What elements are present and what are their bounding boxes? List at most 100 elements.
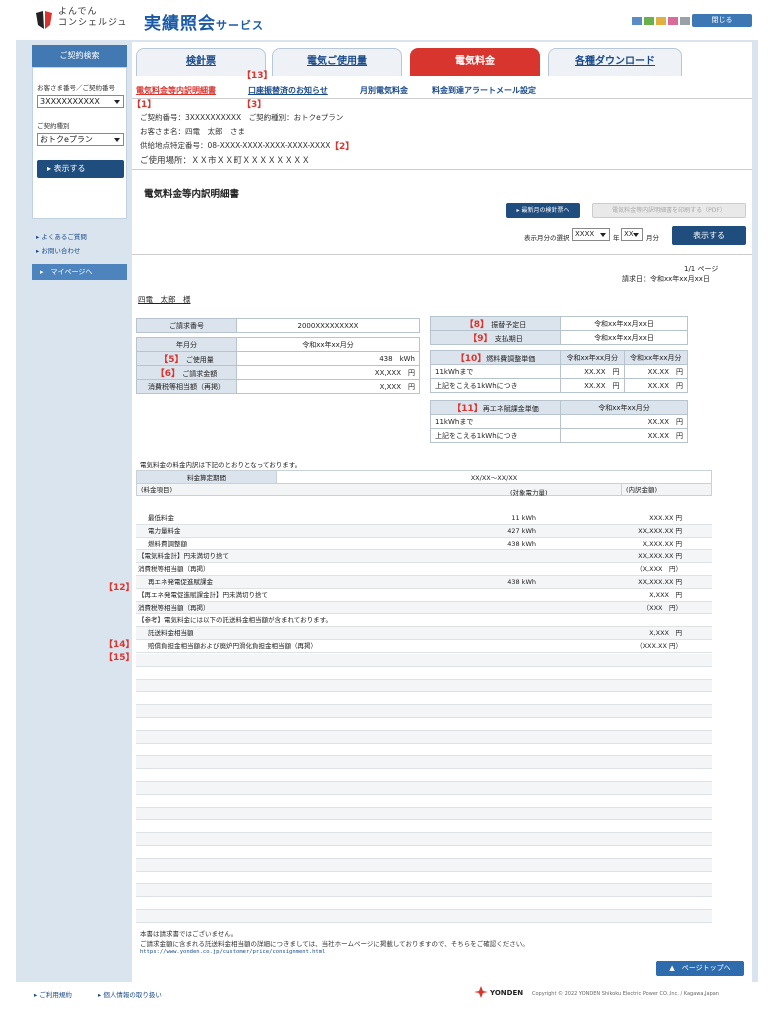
month-show-button[interactable]: 表示する [672, 226, 746, 245]
subtabs: 電気料金等内訳明細書 口座振替済のお知らせ 月別電気料金 料金到達アラートメール… [132, 75, 752, 99]
table-row: 【10】燃料費調整単価 令和xx年xx月分 令和xx年xx月分 [430, 350, 688, 365]
detail-amount: XX,XXX.XX 円 [638, 578, 682, 586]
supply-point-line: 供給地点特定番号：08-XXXX-XXXX-XXXX-XXXX-XXXX [140, 141, 331, 150]
fuel-row-label: 11kWhまで [430, 364, 561, 379]
month-select[interactable]: XX [621, 228, 643, 241]
sidebar-show-button[interactable]: ▸ 表示する [37, 160, 124, 178]
color-square-pink[interactable] [668, 17, 678, 25]
renewable-levy-table: 【11】再エネ賦課金単価 令和xx年xx月分 11kWhまで XX.XX 円 上記を… [430, 400, 688, 443]
table-row: 11kWhまで XX.XX 円 XX.XX 円 [430, 364, 688, 379]
section-title: 電気料金等内訳明細書 [144, 189, 240, 200]
detail-energy: 438 kWh [507, 578, 536, 586]
privacy-link[interactable]: ▸ 個人情報の取り扱い [98, 989, 162, 999]
year-select[interactable]: XXXX [572, 228, 610, 241]
bill-date: 請求日：令和xx年xx月xx日 [622, 275, 710, 283]
contract-search-box: お客さま番号／ご契約番号 3XXXXXXXXXX ご契約種別 おトクeプラン ▸… [32, 67, 127, 219]
marker-8: 【8】 [464, 320, 490, 330]
detail-row: 最低料金 11 kWh XXX.XX 円 [136, 512, 712, 525]
detail-item: 賠償負担金相当額および廃炉円滑化負担金相当額（再掲） [148, 642, 317, 650]
item-col-head: (料金項目) [136, 482, 622, 496]
subtab-statement[interactable]: 電気料金等内訳明細書 [136, 85, 216, 96]
detail-amount: （XXX.XX 円） [636, 642, 682, 650]
detail-item: 【参考】電気料金には以下の託送料金相当額が含まれております。 [138, 616, 332, 625]
contract-info-line: ご契約番号：3XXXXXXXXXX ご契約種別：おトクeプラン [140, 113, 344, 122]
contact-link[interactable]: ▸ お問い合わせ [36, 245, 127, 255]
fuel-month1: 令和xx年xx月分 [560, 350, 625, 365]
levy-row-label: 11kWhまで [430, 414, 561, 429]
empty-row [136, 718, 712, 731]
fuel-month2: 令和xx年xx月分 [623, 350, 688, 365]
consignment-url-link[interactable]: https://www.yonden.co.jp/customer/price/… [140, 949, 325, 955]
contract-type-label: ご契約種別 [37, 122, 70, 130]
marker-12: 【12】 [104, 583, 135, 593]
close-button[interactable]: 閉じる [692, 14, 752, 27]
consignment-note: ご請求金額に含まれる託送料金相当額の詳細につきましては、当社ホームページに掲載し… [140, 940, 529, 948]
color-square-blue[interactable] [632, 17, 642, 25]
color-square-gray[interactable] [680, 17, 690, 25]
energy-col-head: (対象電力量) [510, 489, 548, 497]
detail-item: 【電気料金計】円未満切り捨て [138, 552, 229, 561]
table-row: 年月分 令和xx年xx月分 [136, 337, 420, 352]
table-row: 上記をこえる1kWhにつき XX.XX 円 XX.XX 円 [430, 378, 688, 393]
detail-item: 再エネ発電促進賦課金 [148, 578, 213, 586]
levy-row-label: 上記をこえる1kWhにつき [430, 428, 561, 443]
service-title: 実績照会サービス [144, 14, 264, 34]
due-date-label: 支払期日 [494, 335, 523, 343]
customer-number-select[interactable]: 3XXXXXXXXXX [37, 95, 124, 108]
mypage-button[interactable]: ▸ マイページへ [32, 264, 127, 280]
page-indicator: 1/1 ページ [684, 265, 719, 273]
detail-amount: X,XXX.XX 円 [642, 539, 682, 548]
table-row: 消費税等相当額（再掲） X,XXX 円 [136, 379, 420, 394]
tab-downloads[interactable]: 各種ダウンロード [548, 48, 682, 76]
color-square-green[interactable] [644, 17, 654, 25]
details-intro: 電気料金の料金内訳は下記のとおりとなっております。 [140, 461, 302, 469]
detail-energy: 438 kWh [507, 539, 536, 548]
table-row: 【5】 ご使用量 438 kWh [136, 351, 420, 366]
terms-link[interactable]: ▸ ご利用規約 [34, 989, 72, 999]
header: よんでん コンシェルジュ 実績照会サービス 閉じる [0, 0, 768, 38]
detail-item: 最低料金 [148, 514, 174, 522]
subtab-alert[interactable]: 料金到達アラートメール設定 [432, 85, 536, 96]
fuel-value: XX.XX 円 [560, 378, 625, 393]
month-select-label: 表示月分の選択 [524, 234, 570, 242]
detail-amount: XXX.XX 円 [649, 514, 682, 522]
page-top-button[interactable]: ▲ ページトップへ [656, 961, 744, 976]
tab-usage[interactable]: 電気ご使用量 [272, 48, 402, 76]
latest-meter-button[interactable]: ▸ 最新月の検針票へ [506, 203, 580, 218]
detail-row: 【電気料金計】円未満切り捨て XX,XXX.XX 円 [136, 550, 712, 564]
empty-row [136, 858, 712, 872]
detail-row: 消費税等相当額（再掲） （XXX 円） [136, 601, 712, 615]
empty-row [136, 730, 712, 744]
subtab-monthly[interactable]: 月別電気料金 [360, 85, 408, 96]
marker-11: 【11】 [452, 404, 483, 414]
empty-row [136, 679, 712, 693]
marker-3: 【3】 [242, 100, 267, 110]
sidebar: ご契約検索 お客さま番号／ご契約番号 3XXXXXXXXXX ご契約種別 おトク… [32, 45, 127, 280]
empty-row [136, 910, 712, 923]
transfer-date-label: 振替予定日 [491, 321, 527, 329]
font-size-switcher[interactable] [632, 17, 690, 25]
period-value: 令和xx年xx月分 [236, 337, 420, 352]
empty-row [136, 820, 712, 834]
contract-type-select[interactable]: おトクeプラン [37, 133, 124, 146]
table-row: 【6】 ご請求金額 XX,XXX 円 [136, 365, 420, 380]
detail-item: 電力量料金 [148, 526, 181, 535]
subtab-transfer-notice[interactable]: 口座振替済のお知らせ [248, 85, 328, 96]
tab-charges[interactable]: 電気料金 [410, 48, 540, 76]
detail-item: 託送料金相当額 [148, 629, 194, 638]
levy-head: 再エネ賦課金単価 [482, 405, 539, 413]
detail-row: 消費税等相当額（再掲） （X,XXX 円） [136, 563, 712, 576]
tax-label: 消費税等相当額（再掲） [136, 379, 237, 394]
print-pdf-button[interactable]: 電気料金等内訳明細書を印刷する（PDF） [592, 203, 746, 218]
marker-9: 【9】 [468, 334, 493, 344]
empty-row [136, 846, 712, 859]
transfer-date-value: 令和xx年xx月xx日 [560, 316, 688, 331]
detail-amount: XX,XXX.XX 円 [638, 552, 682, 561]
faq-link[interactable]: ▸ よくあるご質問 [36, 231, 127, 241]
detail-item: 【再エネ発電促進賦課金計】円未満切り捨て [138, 590, 268, 599]
empty-row [136, 743, 712, 757]
color-square-yellow[interactable] [656, 17, 666, 25]
payment-date-table: 【8】 振替予定日 令和xx年xx月xx日 【9】 支払期日 令和xx年xx月xx日 [430, 316, 688, 345]
empty-row [136, 782, 712, 795]
empty-row [136, 897, 712, 910]
